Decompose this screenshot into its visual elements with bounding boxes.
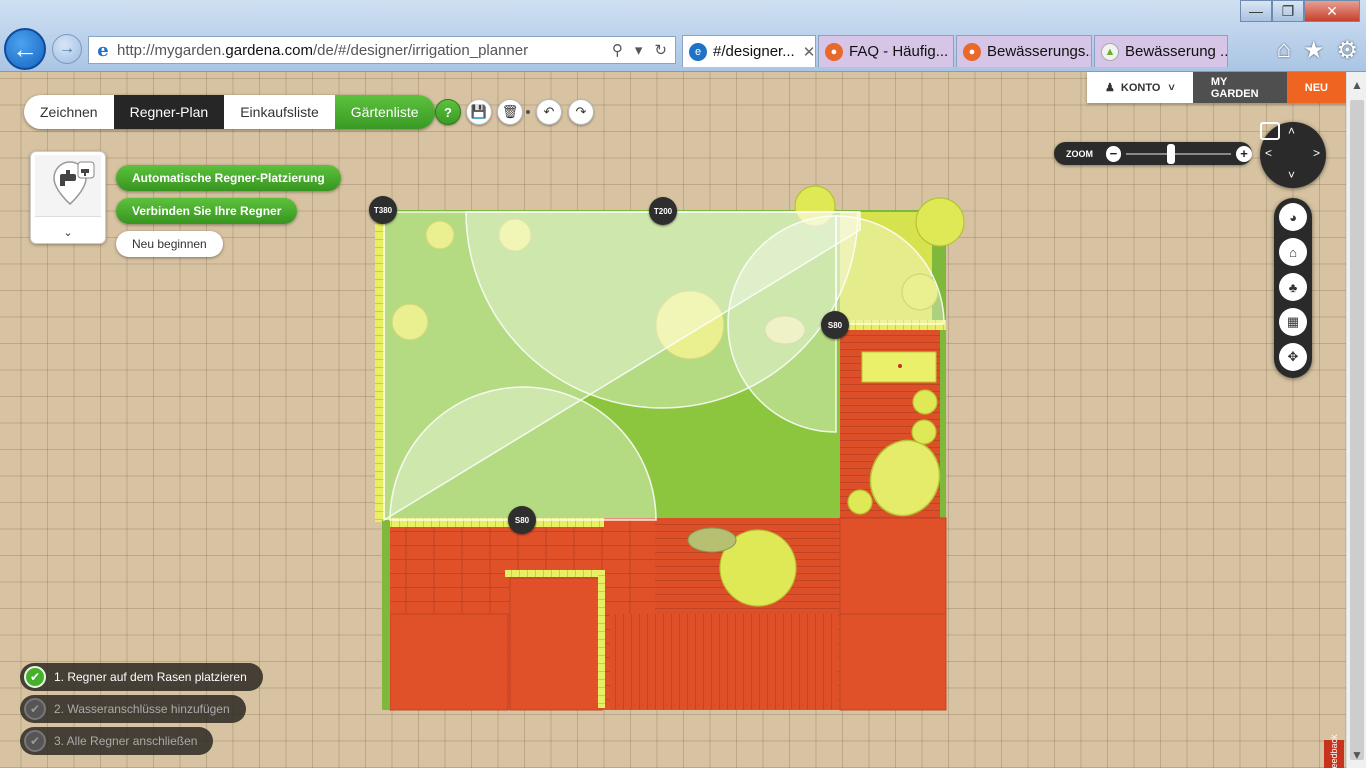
vertical-scrollbar[interactable]: ▲ ▼ [1346,72,1366,768]
tab-faq[interactable]: ● FAQ - Häufig... [818,35,954,67]
restart-button[interactable]: Neu beginnen [116,231,223,257]
zoom-slider-handle[interactable] [1167,143,1176,164]
save-icon[interactable]: 💾 [466,99,492,125]
zoom-slider[interactable] [1126,143,1232,164]
move-icon[interactable]: ✥ [1279,343,1307,371]
checkmark-icon: ✔ [24,730,46,752]
close-tab-icon[interactable]: ✕ [803,43,815,61]
url-text: http://mygarden.gardena.com/de/#/designe… [117,41,529,59]
browser-chrome: — ❐ ✕ ← → e http://mygarden.gardena.com/… [0,0,1366,72]
search-icon[interactable]: ⚲ [612,41,623,59]
chevron-down-icon[interactable]: ⌄ [31,226,105,239]
gardena-tab-icon: ● [963,42,981,61]
sprinkler-marker-t380[interactable]: T380 [369,196,397,224]
minimize-icon[interactable]: — [1240,0,1272,22]
scroll-up-icon[interactable]: ▲ [1347,78,1366,92]
step-place-sprinklers[interactable]: ✔ 1. Regner auf dem Rasen platzieren [20,663,263,691]
sprinkler-layer-icon[interactable]: ◕ [1279,203,1307,231]
tree-icon[interactable]: ♣ [1279,273,1307,301]
feedback-tab[interactable]: Feedback [1324,734,1344,768]
tab-einkaufsliste[interactable]: Einkaufsliste [224,95,335,129]
pan-left-icon[interactable]: ˂ [1265,146,1272,160]
step-add-water-connections[interactable]: ✔ 2. Wasseranschlüsse hinzufügen [20,695,246,723]
pan-down-icon[interactable]: ˅ [1288,168,1295,182]
zoom-control: ZOOM − + [1054,142,1252,165]
tab-bewaesserungs[interactable]: ● Bewässerungs... [956,35,1092,67]
settings-gear-icon[interactable]: ⚙ [1336,36,1358,65]
scrollbar-thumb[interactable] [1350,100,1364,760]
tab-designer[interactable]: e #/designer... ✕ [682,35,816,67]
zoom-out-button[interactable]: − [1105,145,1122,162]
refresh-icon[interactable]: ↻ [654,41,667,59]
account-menu[interactable]: ♟ KONTO ˅ [1087,72,1193,103]
separator-dot [526,110,530,114]
delete-icon[interactable]: 🗑 [497,99,523,125]
back-button[interactable]: ← [4,28,46,70]
my-garden-button[interactable]: MY GARDEN [1192,72,1287,103]
ie-logo-icon: e [97,39,109,61]
sprinkler-selector[interactable]: ⌄ [30,151,106,244]
favorites-star-icon[interactable]: ★ [1303,36,1325,65]
help-button[interactable]: ? [435,99,461,125]
window-controls: — ❐ ✕ [1240,0,1360,22]
undo-icon[interactable]: ↶ [536,99,562,125]
mode-tabs: Zeichnen Regner-Plan Einkaufsliste Gärte… [24,95,435,129]
ie-tab-icon: e [689,42,707,61]
new-button[interactable]: NEU [1286,72,1346,103]
account-bar: ♟ KONTO ˅ MY GARDEN NEU [1087,72,1346,103]
leaf-tab-icon: ▲ [1101,42,1119,61]
dropdown-icon[interactable]: ▾ [635,41,643,59]
close-window-icon[interactable]: ✕ [1304,0,1360,22]
layer-tools: ◕ ⌂ ♣ ▦ ✥ [1274,198,1312,378]
tab-bewaesserung[interactable]: ▲ Bewässerung ... [1094,35,1228,67]
forward-button[interactable]: → [52,34,82,64]
pan-up-icon[interactable]: ˄ [1288,124,1295,138]
maximize-icon[interactable]: ❐ [1272,0,1304,22]
sprinkler-marker-s80[interactable]: S80 [821,311,849,339]
pan-control[interactable]: ˄ ˅ ˂ ˃ [1260,122,1326,188]
sprinkler-marker-t200[interactable]: T200 [649,197,677,225]
fit-view-icon[interactable] [1260,122,1280,140]
scroll-down-icon[interactable]: ▼ [1347,748,1366,762]
gardena-tab-icon: ● [825,42,843,61]
step-connect-sprinklers[interactable]: ✔ 3. Alle Regner anschließen [20,727,214,755]
sprinkler-marker-s80[interactable]: S80 [508,506,536,534]
faucet-icon [35,155,101,217]
chevron-down-icon: ˅ [1168,81,1175,94]
garden-planner-canvas[interactable]: T380 T200 S80 S80 Zeichnen Regner-Plan E… [0,72,1346,768]
auto-placement-button[interactable]: Automatische Regner-Platzierung [116,165,341,191]
pan-right-icon[interactable]: ˃ [1313,146,1320,160]
grid-icon[interactable]: ▦ [1279,308,1307,336]
user-icon: ♟ [1105,82,1115,94]
tab-gaertenliste[interactable]: Gärtenliste [334,95,435,129]
checkmark-icon: ✔ [24,698,46,720]
checkmark-icon: ✔ [24,666,46,688]
zoom-in-button[interactable]: + [1236,145,1252,162]
tab-regner-plan[interactable]: Regner-Plan [113,95,225,129]
connect-sprinklers-button[interactable]: Verbinden Sie Ihre Regner [116,198,298,224]
redo-icon[interactable]: ↷ [568,99,594,125]
address-bar[interactable]: e http://mygarden.gardena.com/de/#/desig… [88,36,676,64]
house-icon[interactable]: ⌂ [1279,238,1307,266]
tab-zeichnen[interactable]: Zeichnen [24,95,114,129]
home-icon[interactable]: ⌂ [1276,36,1291,65]
